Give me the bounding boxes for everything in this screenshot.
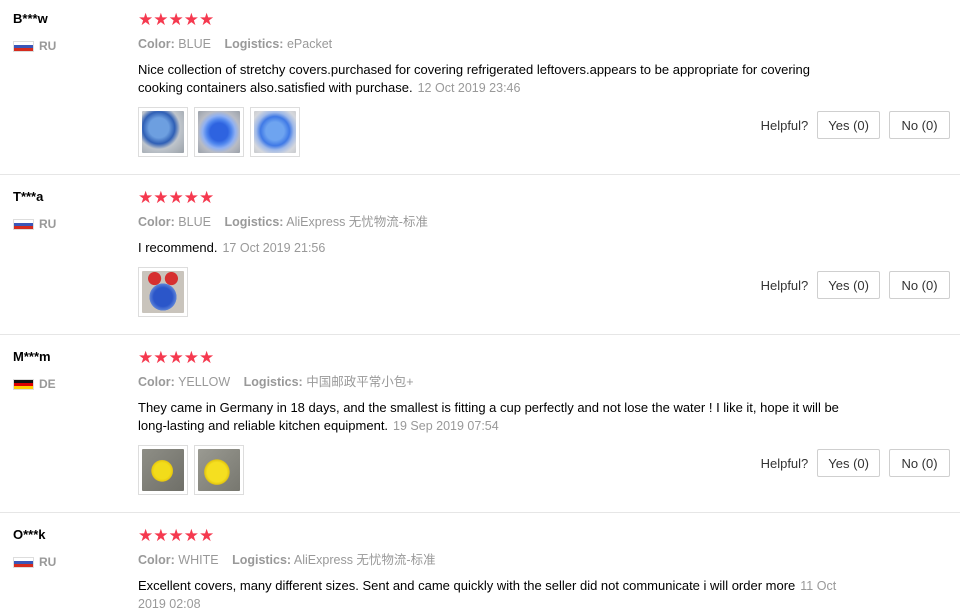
reviewer-country: RU <box>13 555 123 569</box>
country-code: RU <box>39 217 57 231</box>
star-rating-stars: ★★★★★ <box>138 10 215 29</box>
reviewer-name: T***a <box>13 189 44 204</box>
review-body: ★★★★★ Color: WHITE Logistics: AliExpress… <box>138 527 858 609</box>
reviewer-info: O***k RU <box>13 527 123 569</box>
logistics-label: Logistics: <box>224 215 284 229</box>
review-text: Excellent covers, many different sizes. … <box>138 577 853 609</box>
logistics-value: AliExpress 无忧物流-标准 <box>286 215 428 229</box>
helpful-voting: Helpful? Yes (0) No (0) <box>761 111 950 139</box>
review-item: O***k RU ★★★★★ Color: WHITE Logistics: A… <box>0 516 960 609</box>
logistics-label: Logistics: <box>243 375 303 389</box>
review-photo-thumbnail[interactable] <box>138 445 188 495</box>
helpful-no-button[interactable]: No (0) <box>889 449 950 477</box>
reviewer-info: T***a RU <box>13 189 123 231</box>
russia-flag-icon <box>13 218 34 230</box>
reviewer-country: RU <box>13 39 123 53</box>
logistics-value: ePacket <box>286 37 333 51</box>
russia-flag-icon <box>13 40 34 52</box>
logistics-label: Logistics: <box>224 37 284 51</box>
logistics-value: AliExpress 无忧物流-标准 <box>293 553 436 567</box>
yellow-cover-photo <box>142 449 184 491</box>
star-rating: ★★★★★ <box>138 189 858 207</box>
helpful-yes-button[interactable]: Yes (0) <box>817 111 880 139</box>
helpful-yes-button[interactable]: Yes (0) <box>817 449 880 477</box>
color-label: Color: <box>138 553 175 567</box>
star-rating: ★★★★★ <box>138 527 858 545</box>
russia-flag-icon <box>13 556 34 568</box>
helpful-no-button[interactable]: No (0) <box>889 111 950 139</box>
country-code: RU <box>39 555 57 569</box>
helpful-yes-button[interactable]: Yes (0) <box>817 271 880 299</box>
germany-flag-icon <box>13 378 34 390</box>
yellow-cover-photo <box>198 449 240 491</box>
review-date: 19 Sep 2019 07:54 <box>393 419 499 433</box>
review-meta: Color: BLUE Logistics: ePacket <box>138 36 858 52</box>
review-body: ★★★★★ Color: BLUE Logistics: ePacket Nic… <box>138 11 858 157</box>
review-item: M***m DE ★★★★★ Color: YELLOW Logistics: … <box>0 338 960 513</box>
star-rating-stars: ★★★★★ <box>138 188 215 207</box>
helpful-label: Helpful? <box>760 117 809 133</box>
color-value: BLUE <box>178 37 211 51</box>
blue-red-covers-photo <box>142 271 184 313</box>
review-meta: Color: YELLOW Logistics: 中国邮政平常小包+ <box>138 374 858 390</box>
color-value: YELLOW <box>178 375 231 389</box>
review-photo-thumbnail[interactable] <box>194 107 244 157</box>
review-photo-thumbnail[interactable] <box>194 445 244 495</box>
blue-covers-photo <box>142 111 184 153</box>
review-meta: Color: WHITE Logistics: AliExpress 无忧物流-… <box>138 552 858 568</box>
reviewer-info: M***m DE <box>13 349 123 391</box>
reviewer-info: B***w RU <box>13 11 123 53</box>
color-label: Color: <box>138 215 175 229</box>
helpful-voting: Helpful? Yes (0) No (0) <box>761 449 950 477</box>
color-label: Color: <box>138 37 175 51</box>
color-value: WHITE <box>178 553 219 567</box>
review-photo-thumbnail[interactable] <box>250 107 300 157</box>
review-content: Excellent covers, many different sizes. … <box>138 578 796 593</box>
star-rating-stars: ★★★★★ <box>138 526 215 545</box>
review-text: Nice collection of stretchy covers.purch… <box>138 61 853 97</box>
review-text: I recommend. 17 Oct 2019 21:56 <box>138 239 853 257</box>
review-content: I recommend. <box>138 240 218 255</box>
helpful-label: Helpful? <box>760 277 809 293</box>
review-photos <box>138 107 858 157</box>
review-meta: Color: BLUE Logistics: AliExpress 无忧物流-标… <box>138 214 858 230</box>
star-rating-stars: ★★★★★ <box>138 348 215 367</box>
review-body: ★★★★★ Color: BLUE Logistics: AliExpress … <box>138 189 858 317</box>
review-photos <box>138 445 858 495</box>
review-photo-thumbnail[interactable] <box>138 107 188 157</box>
review-photos <box>138 267 858 317</box>
review-photo-thumbnail[interactable] <box>138 267 188 317</box>
blue-lid-photo <box>254 111 296 153</box>
helpful-no-button[interactable]: No (0) <box>889 271 950 299</box>
reviewer-name: M***m <box>13 349 51 364</box>
helpful-label: Helpful? <box>760 455 809 471</box>
logistics-label: Logistics: <box>232 553 292 567</box>
review-text: They came in Germany in 18 days, and the… <box>138 399 853 435</box>
country-code: DE <box>39 377 56 391</box>
reviewer-name: B***w <box>13 11 48 26</box>
reviewer-country: DE <box>13 377 123 391</box>
blue-covers-photo <box>198 111 240 153</box>
review-item: T***a RU ★★★★★ Color: BLUE Logistics: Al… <box>0 178 960 335</box>
reviewer-name: O***k <box>13 527 46 542</box>
review-date: 17 Oct 2019 21:56 <box>222 241 326 255</box>
reviewer-country: RU <box>13 217 123 231</box>
review-item: B***w RU ★★★★★ Color: BLUE Logistics: eP… <box>0 0 960 175</box>
star-rating: ★★★★★ <box>138 349 858 367</box>
review-body: ★★★★★ Color: YELLOW Logistics: 中国邮政平常小包+… <box>138 349 858 495</box>
review-date: 12 Oct 2019 23:46 <box>417 81 521 95</box>
color-label: Color: <box>138 375 175 389</box>
helpful-voting: Helpful? Yes (0) No (0) <box>761 271 950 299</box>
star-rating: ★★★★★ <box>138 11 858 29</box>
logistics-value: 中国邮政平常小包+ <box>306 375 414 389</box>
color-value: BLUE <box>178 215 211 229</box>
country-code: RU <box>39 39 57 53</box>
